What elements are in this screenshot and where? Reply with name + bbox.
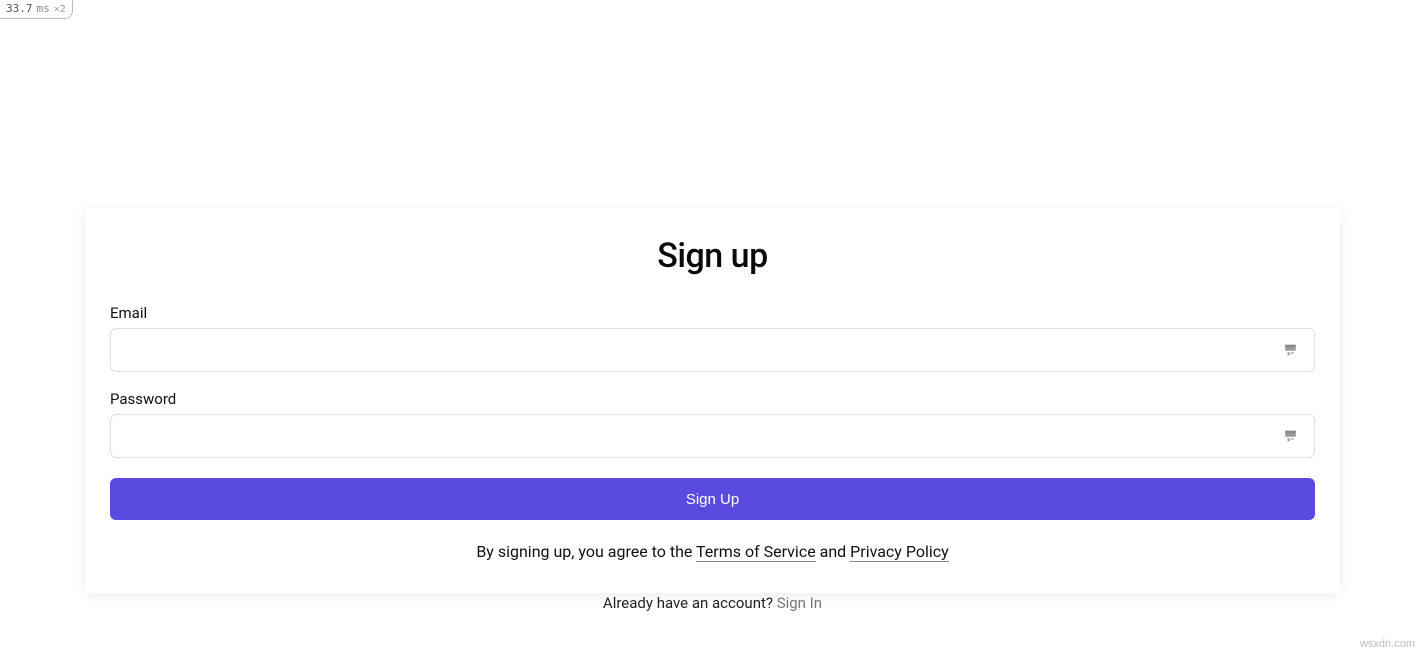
email-label: Email [110, 304, 1315, 322]
password-field[interactable] [110, 414, 1315, 458]
signup-card: Sign up Email Password Sign Up By signin… [85, 208, 1340, 593]
autofill-icon[interactable] [1283, 341, 1301, 359]
agreement-text: By signing up, you agree to the Terms of… [110, 542, 1315, 561]
timing-multiplier: ×2 [54, 4, 66, 15]
signin-link[interactable]: Sign In [777, 594, 822, 612]
email-field[interactable] [110, 328, 1315, 372]
password-label: Password [110, 390, 1315, 408]
signin-prompt: Already have an account? Sign In [0, 594, 1425, 612]
attribution: wsxdn.com [1360, 638, 1415, 650]
privacy-link[interactable]: Privacy Policy [850, 542, 949, 562]
email-input-wrap [110, 328, 1315, 372]
timing-unit: ms [37, 2, 50, 15]
page-title: Sign up [110, 236, 1315, 276]
signup-button[interactable]: Sign Up [110, 478, 1315, 520]
agreement-prefix: By signing up, you agree to the [476, 542, 696, 561]
tos-link[interactable]: Terms of Service [696, 542, 816, 562]
password-input-wrap [110, 414, 1315, 458]
dev-timing-badge: 33.7 ms ×2 [0, 0, 73, 19]
timing-value: 33.7 [6, 2, 33, 15]
agreement-conjunction: and [816, 542, 851, 561]
signin-prompt-text: Already have an account? [603, 594, 777, 612]
autofill-icon[interactable] [1283, 427, 1301, 445]
